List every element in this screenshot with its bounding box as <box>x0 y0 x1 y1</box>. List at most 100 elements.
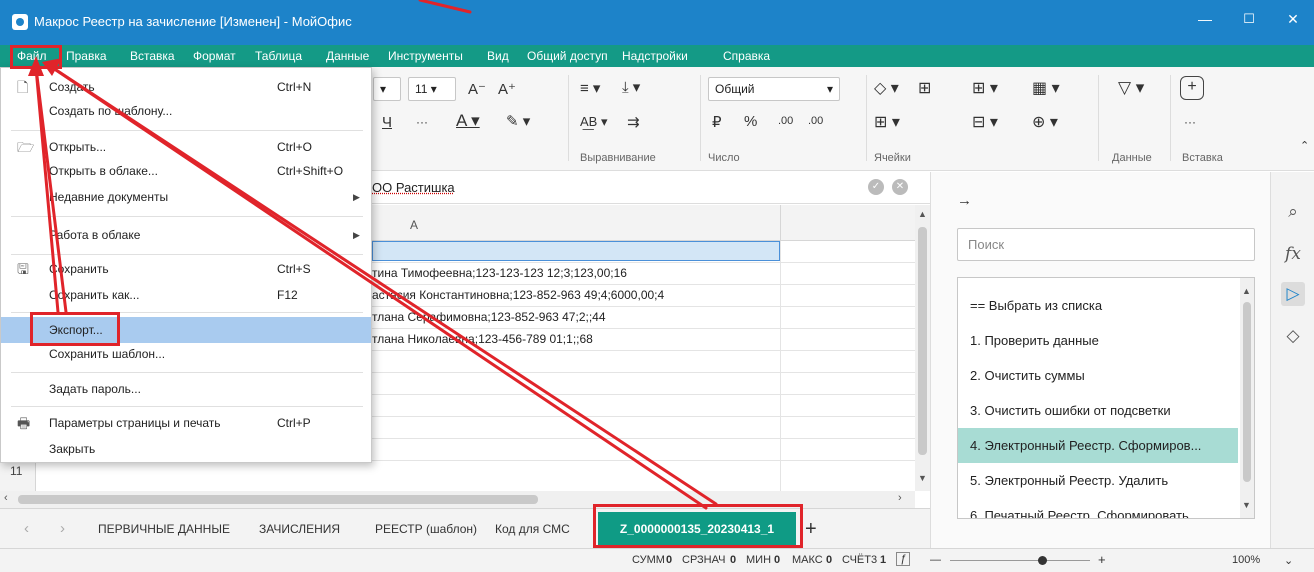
underline-icon[interactable]: Ч <box>382 114 392 131</box>
menu-item-new[interactable]: 🗋 Создать Ctrl+N <box>1 74 371 100</box>
decimal-increase-icon[interactable]: .00 <box>808 115 823 127</box>
zoom-level[interactable]: 100% <box>1232 554 1260 566</box>
add-sheet-button[interactable]: + <box>805 509 817 549</box>
menu-table[interactable]: Таблица <box>255 45 302 67</box>
list-item[interactable]: 2. Очистить суммы <box>958 358 1238 393</box>
menu-item-set-password[interactable]: Задать пароль... <box>1 376 371 402</box>
search-icon[interactable]: ⌕ <box>1281 200 1305 224</box>
wrap-text-icon[interactable]: ⇉ <box>627 113 640 131</box>
currency-icon[interactable]: ₽ <box>712 113 722 131</box>
font-color-icon[interactable]: A ▾ <box>456 111 480 131</box>
text-direction-icon[interactable]: A͟B ▾ <box>580 114 607 130</box>
table-row[interactable]: тина Тимофеевна;123-123-123 12;3;123,00;… <box>372 266 627 280</box>
vertical-align-icon[interactable]: ⤓ ▾ <box>622 78 640 96</box>
zoom-in-button[interactable]: + <box>1098 552 1106 567</box>
menu-addins[interactable]: Надстройки <box>622 45 688 67</box>
chevron-down-icon[interactable]: ⌄ <box>1284 554 1293 567</box>
scroll-up-icon[interactable]: ▲ <box>918 209 927 219</box>
tag-icon[interactable]: ◇ <box>1281 324 1305 348</box>
vertical-scrollbar[interactable]: ▲ ▼ <box>915 205 930 491</box>
close-button[interactable]: ✕ <box>1274 6 1312 32</box>
more-insert-icon[interactable]: ··· <box>1184 115 1196 129</box>
filter-icon[interactable]: ▽ ▾ <box>1118 78 1144 98</box>
merge-cells-icon[interactable]: ⊞ <box>918 78 931 98</box>
list-item[interactable]: == Выбрать из списка <box>958 288 1238 323</box>
font-family-dropdown[interactable]: ▾ <box>373 77 401 101</box>
menu-item-new-from-template[interactable]: Создать по шаблону... <box>1 98 371 124</box>
menu-item-cloud-work[interactable]: Работа в облаке ▶ <box>1 222 371 248</box>
tab-primary-data[interactable]: ПЕРВИЧНЫЕ ДАННЫЕ <box>98 509 230 549</box>
tab-registry-template[interactable]: РЕЕСТР (шаблон) <box>375 509 477 549</box>
list-item[interactable]: 3. Очистить ошибки от подсветки <box>958 393 1238 428</box>
prev-sheet-button[interactable]: ‹ <box>24 509 29 549</box>
scroll-left-icon[interactable]: ‹ <box>4 492 8 504</box>
more-format-icon[interactable]: ··· <box>416 115 428 129</box>
zoom-slider-track[interactable] <box>950 560 1090 561</box>
menu-sharing[interactable]: Общий доступ <box>527 45 608 67</box>
list-item[interactable]: 1. Проверить данные <box>958 323 1238 358</box>
menu-item-open[interactable]: 🗁 Открыть... Ctrl+O <box>1 134 371 160</box>
menu-data[interactable]: Данные <box>326 45 369 67</box>
delete-cells-icon[interactable]: ⊟ ▾ <box>972 112 998 132</box>
next-sheet-button[interactable]: › <box>60 509 65 549</box>
function-toggle-icon[interactable]: ƒ <box>896 552 911 566</box>
percent-icon[interactable]: % <box>744 113 757 130</box>
menu-format[interactable]: Формат <box>193 45 236 67</box>
macro-list[interactable]: == Выбрать из списка 1. Проверить данные… <box>957 277 1255 519</box>
tab-sms-code[interactable]: Код для СМС <box>495 509 570 549</box>
borders-icon[interactable]: ⊞ ▾ <box>874 112 900 132</box>
list-item[interactable]: 6. Печатный Реестр. Сформировать <box>958 498 1238 518</box>
table-row[interactable]: тлана Серафимовна;123-852-963 47;2;;44 <box>372 310 606 324</box>
search-input[interactable]: Поиск <box>957 228 1255 261</box>
row-col-icon[interactable]: ▦ ▾ <box>1032 78 1060 98</box>
list-scrollbar[interactable]: ▲ ▼ <box>1240 278 1254 518</box>
number-format-dropdown[interactable]: Общий ▾ <box>708 77 840 101</box>
menu-file[interactable]: Файл <box>17 45 47 67</box>
table-row[interactable]: астасия Константиновна;123-852-963 49;4;… <box>372 288 664 302</box>
font-size-dropdown[interactable]: 11 ▾ <box>408 77 456 101</box>
increase-font-icon[interactable]: A⁺ <box>498 80 516 98</box>
function-icon[interactable]: fx <box>1281 242 1305 266</box>
menu-help[interactable]: Справка <box>723 45 770 67</box>
list-item[interactable]: 5. Электронный Реестр. Удалить <box>958 463 1238 498</box>
menu-item-open-cloud[interactable]: Открыть в облаке... Ctrl+Shift+O <box>1 158 371 184</box>
zoom-slider-handle[interactable] <box>1038 556 1047 565</box>
scrollbar-thumb[interactable] <box>18 495 538 504</box>
scroll-down-icon[interactable]: ▼ <box>918 473 927 483</box>
tab-credits[interactable]: ЗАЧИСЛЕНИЯ <box>259 509 340 549</box>
menu-view[interactable]: Вид <box>487 45 509 67</box>
menu-item-export[interactable]: Экспорт... <box>1 317 371 343</box>
list-item-selected[interactable]: 4. Электронный Реестр. Сформиров... <box>958 428 1238 463</box>
table-row[interactable]: тлана Николаевна;123-456-789 01;1;;68 <box>372 332 593 346</box>
menu-item-save-as[interactable]: Сохранить как... F12 <box>1 282 371 308</box>
horizontal-align-icon[interactable]: ≡ ▾ <box>580 79 600 97</box>
cancel-icon[interactable]: ✕ <box>892 179 908 195</box>
menu-insert[interactable]: Вставка <box>130 45 175 67</box>
menu-edit[interactable]: Правка <box>66 45 107 67</box>
menu-item-close[interactable]: Закрыть <box>1 436 371 462</box>
menu-item-save-template[interactable]: Сохранить шаблон... <box>1 341 371 367</box>
zoom-out-button[interactable]: — <box>930 554 941 566</box>
tab-active-sheet[interactable]: Z_0000000135_20230413_1 <box>598 512 796 546</box>
scroll-up-icon[interactable]: ▲ <box>1242 286 1251 296</box>
scrollbar-thumb[interactable] <box>1243 302 1251 482</box>
fill-color-icon[interactable]: ◇ ▾ <box>874 78 899 98</box>
minimize-button[interactable]: — <box>1186 6 1224 32</box>
formula-input[interactable]: ОО Растишка <box>372 180 455 195</box>
menu-tools[interactable]: Инструменты <box>388 45 463 67</box>
menu-item-print[interactable]: 🖶 Параметры страницы и печать Ctrl+P <box>1 410 371 436</box>
column-header-a[interactable]: A <box>410 218 418 232</box>
collapse-ribbon-icon[interactable]: ⌃ <box>1300 139 1309 152</box>
menu-item-save[interactable]: 🖫 Сохранить Ctrl+S <box>1 256 371 282</box>
column-width-icon[interactable]: ⊕ ▾ <box>1032 112 1058 132</box>
scroll-down-icon[interactable]: ▼ <box>1242 500 1251 510</box>
accept-icon[interactable]: ✓ <box>868 179 884 195</box>
arrow-right-icon[interactable]: → <box>957 192 972 209</box>
insert-cells-icon[interactable]: ⊞ ▾ <box>972 78 998 98</box>
decimal-decrease-icon[interactable]: .00 <box>778 115 793 127</box>
scrollbar-thumb[interactable] <box>918 227 927 455</box>
insert-plus-icon[interactable]: + <box>1180 76 1204 100</box>
maximize-button[interactable]: ☐ <box>1230 6 1268 32</box>
menu-item-recent[interactable]: Недавние документы ▶ <box>1 184 371 210</box>
horizontal-scrollbar[interactable]: ‹ › <box>0 491 915 508</box>
